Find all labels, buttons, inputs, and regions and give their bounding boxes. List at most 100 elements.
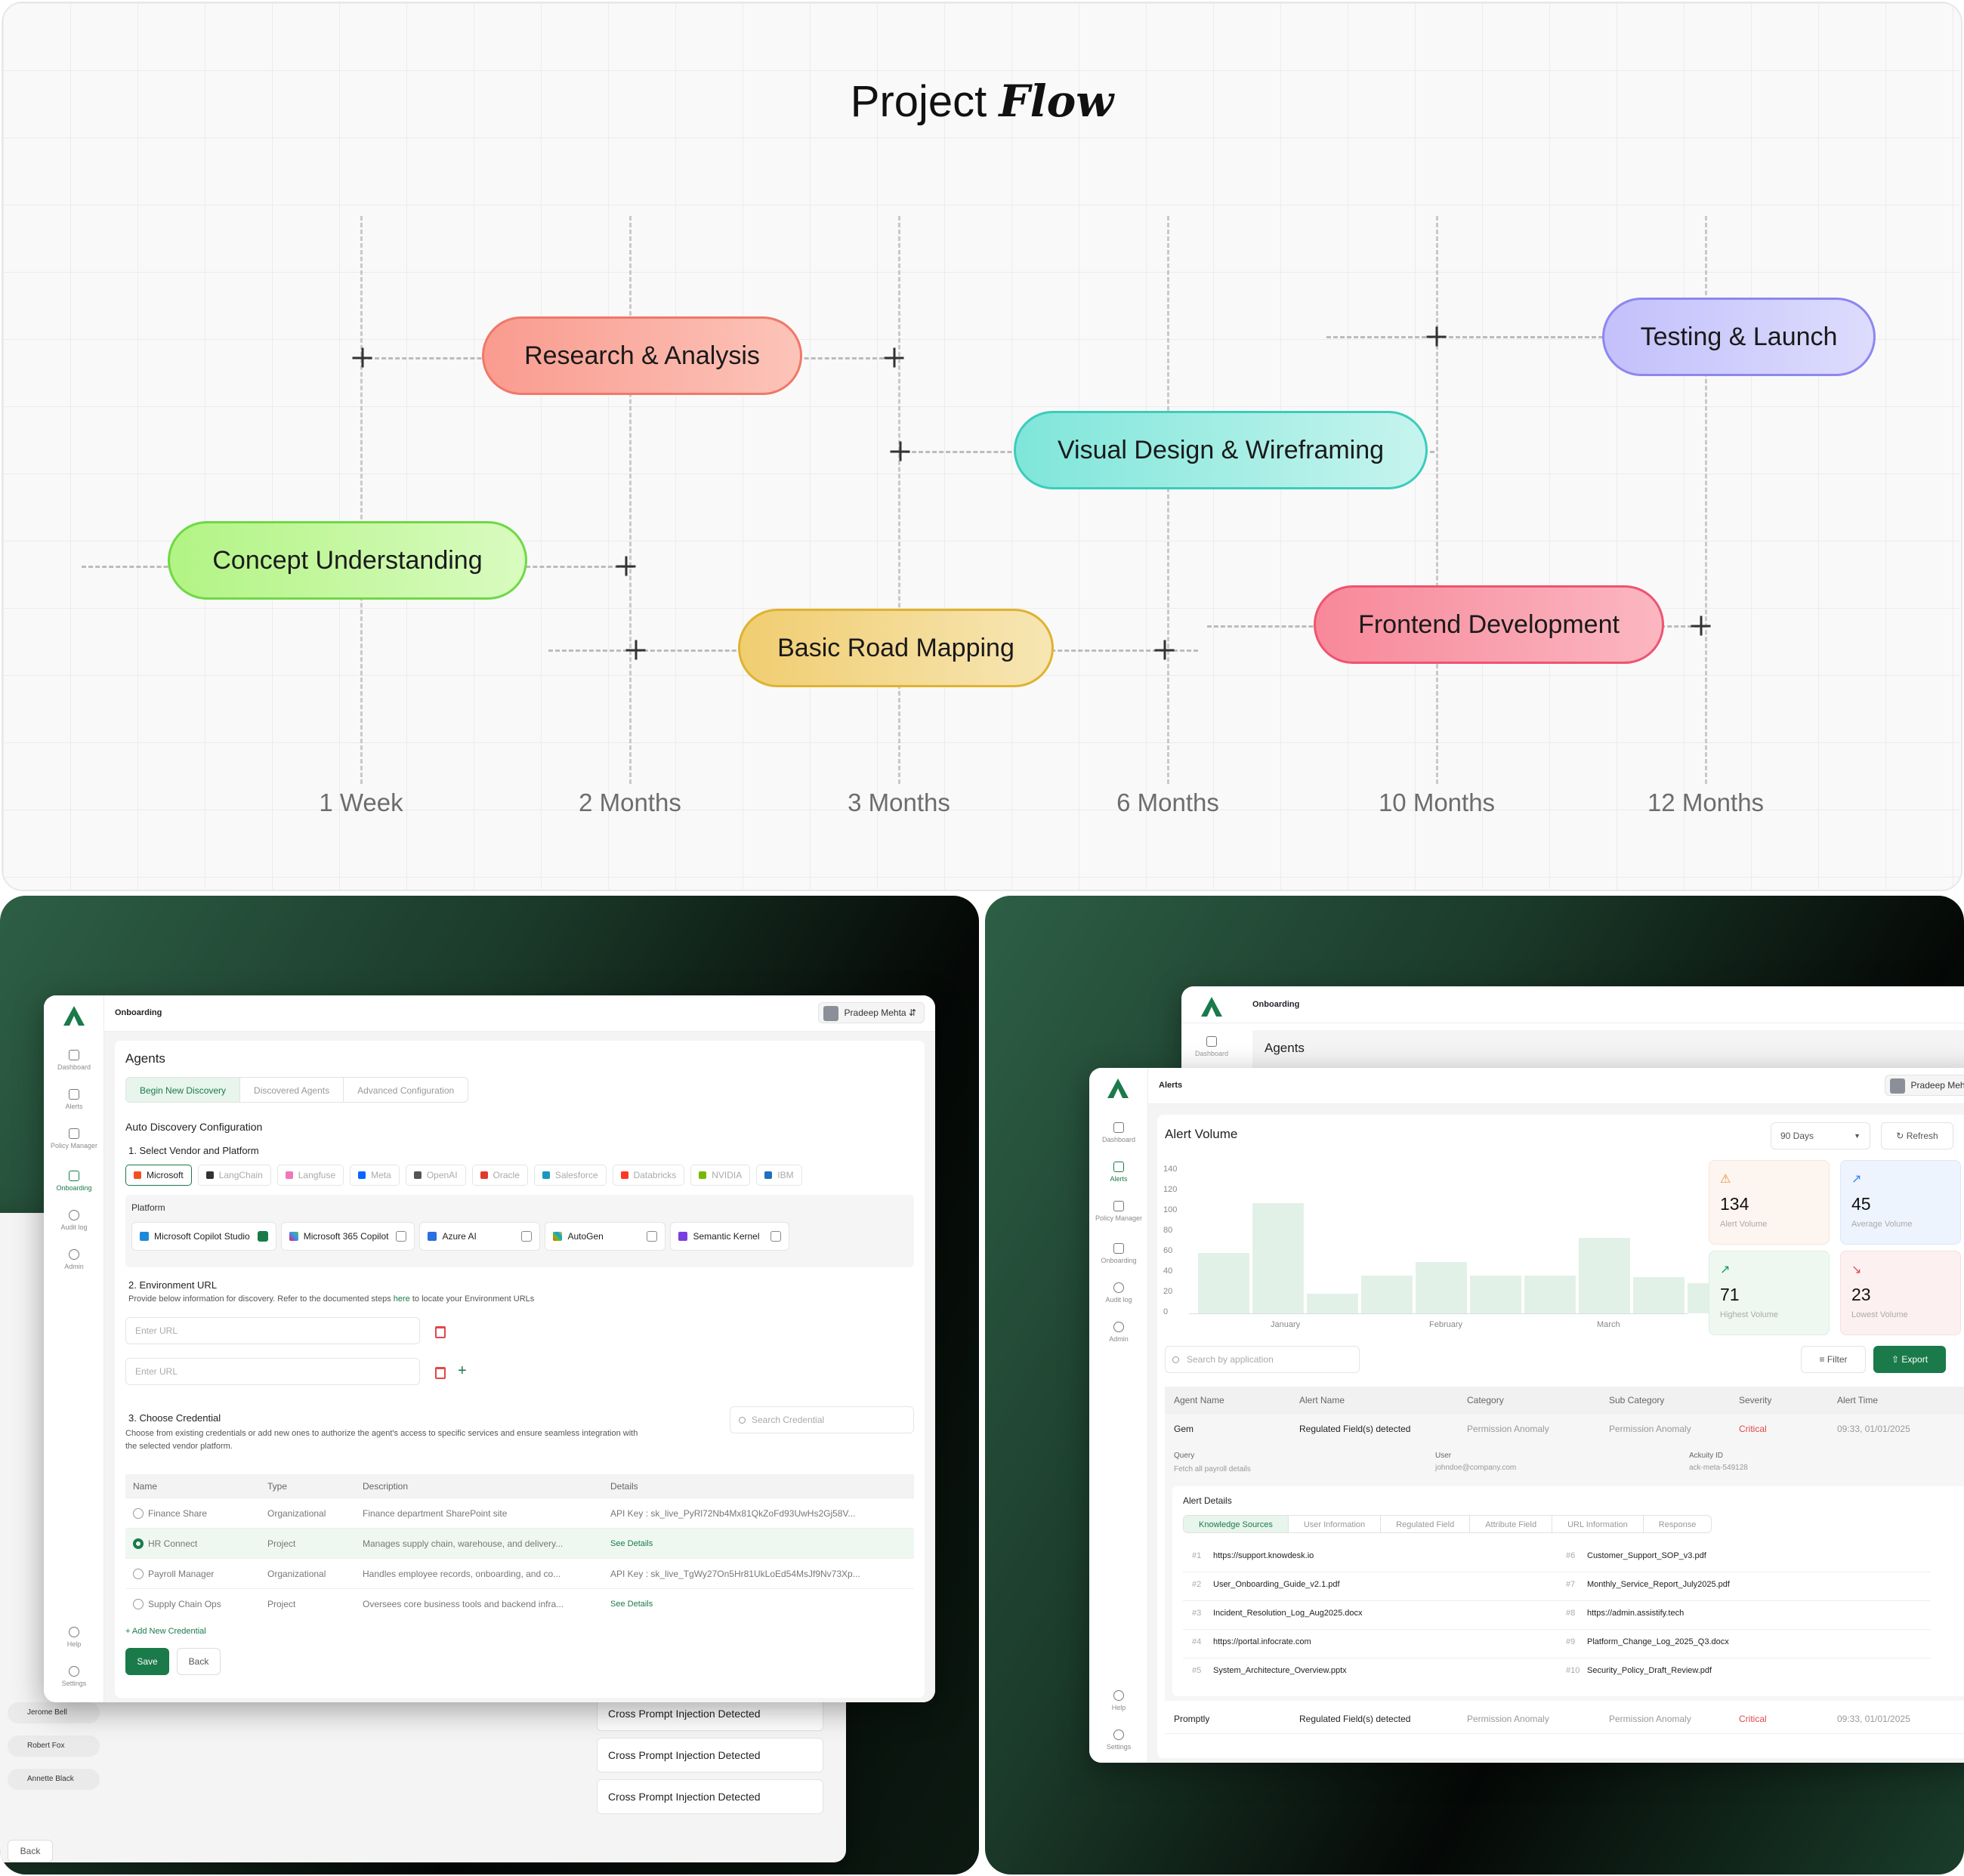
radio-button[interactable] xyxy=(133,1508,144,1519)
sidebar-item-policy-manager[interactable]: Policy Manager xyxy=(44,1128,104,1149)
checkbox[interactable] xyxy=(647,1231,658,1242)
see-details-link[interactable]: See Details xyxy=(610,1589,653,1619)
add-credential-link[interactable]: + Add New Credential xyxy=(125,1627,206,1636)
tab-begin-new-discovery[interactable]: Begin New Discovery xyxy=(126,1078,241,1102)
sidebar-item-onboarding[interactable]: Onboarding xyxy=(44,1171,104,1192)
sidebar-item-alerts[interactable]: Alerts xyxy=(44,1089,104,1110)
alert-accordion[interactable]: Cross Prompt Injection Detected xyxy=(597,1738,823,1773)
person-chip[interactable]: Annette Black xyxy=(8,1769,100,1790)
docs-link[interactable]: here xyxy=(394,1294,410,1304)
tab-regulated-field[interactable]: Regulated Field xyxy=(1381,1516,1471,1532)
sidebar-item-dashboard[interactable]: Dashboard xyxy=(44,1050,104,1071)
grid-icon xyxy=(1206,1036,1217,1047)
user-name: Pradeep Mehta xyxy=(844,1007,906,1018)
checkbox[interactable] xyxy=(521,1231,533,1242)
tab-attribute-field[interactable]: Attribute Field xyxy=(1470,1516,1553,1532)
checkbox[interactable] xyxy=(257,1231,268,1242)
tab-url-information[interactable]: URL Information xyxy=(1552,1516,1644,1532)
platform-copilot-studio[interactable]: Microsoft Copilot Studio xyxy=(131,1222,276,1251)
platform-semantic-kernel[interactable]: Semantic Kernel xyxy=(670,1222,790,1251)
task-basic-road-mapping[interactable]: Basic Road Mapping xyxy=(738,609,1054,687)
sidebar-item-audit-log[interactable]: Audit log xyxy=(44,1210,104,1231)
add-icon[interactable]: + xyxy=(458,1362,467,1380)
radio-button[interactable] xyxy=(133,1569,144,1579)
vendor-databricks[interactable]: Databricks xyxy=(612,1165,685,1186)
tab-response[interactable]: Response xyxy=(1644,1516,1712,1532)
table-row[interactable]: Payroll Manager Organizational Handles emp… xyxy=(125,1559,914,1589)
axis-label: 10 Months xyxy=(1378,788,1496,816)
table-row[interactable]: Finance Share Organizational Finance depar… xyxy=(125,1498,914,1529)
databricks-icon xyxy=(620,1171,628,1179)
sidebar-item-dashboard[interactable]: Dashboard xyxy=(1089,1122,1148,1143)
sidebar-item-alerts[interactable]: Alerts xyxy=(1089,1162,1148,1183)
platform-autogen[interactable]: AutoGen xyxy=(545,1222,666,1251)
tab-discovered-agents[interactable]: Discovered Agents xyxy=(240,1078,344,1102)
checkbox[interactable] xyxy=(770,1231,782,1242)
platform-azure-ai[interactable]: Azure AI xyxy=(419,1222,541,1251)
refresh-button[interactable]: ↻ Refresh xyxy=(1881,1122,1953,1149)
vendor-meta[interactable]: Meta xyxy=(350,1165,400,1186)
table-header: Agent Name Alert Name Category Sub Category… xyxy=(1165,1387,1964,1414)
vendor-salesforce[interactable]: Salesforce xyxy=(533,1165,607,1186)
radio-button-selected[interactable] xyxy=(133,1538,144,1549)
sidebar-item-settings[interactable]: Settings xyxy=(1089,1729,1148,1751)
task-frontend-development[interactable]: Frontend Development xyxy=(1314,585,1664,664)
sidebar-item-admin[interactable]: Admin xyxy=(1089,1322,1148,1343)
task-marker xyxy=(616,565,636,568)
task-concept-understanding[interactable]: Concept Understanding xyxy=(168,521,527,600)
m365-icon xyxy=(289,1232,298,1241)
vendor-microsoft[interactable]: Microsoft xyxy=(125,1165,192,1186)
tab-user-information[interactable]: User Information xyxy=(1289,1516,1382,1532)
sidebar-item-policy-manager[interactable]: Policy Manager xyxy=(1089,1201,1148,1222)
task-testing-launch[interactable]: Testing & Launch xyxy=(1602,298,1876,376)
vendor-langfuse[interactable]: Langfuse xyxy=(276,1165,344,1186)
chart-bar xyxy=(1470,1276,1521,1313)
radio-button[interactable] xyxy=(133,1599,144,1609)
table-row[interactable]: Supply Chain Ops Project Oversees core bus… xyxy=(125,1589,914,1619)
sidebar-item-onboarding[interactable]: Onboarding xyxy=(1089,1243,1148,1264)
vendor-langchain[interactable]: LangChain xyxy=(197,1165,271,1186)
timeline-gridline xyxy=(1436,216,1438,784)
url-input[interactable]: Enter URL xyxy=(125,1358,420,1385)
person-chip[interactable]: Jerome Bell xyxy=(8,1702,100,1723)
vendor-oracle[interactable]: Oracle xyxy=(471,1165,528,1186)
flow-title-plain: Project xyxy=(850,77,987,126)
back-button[interactable]: Back xyxy=(8,1840,53,1862)
delete-icon[interactable] xyxy=(435,1367,446,1379)
user-menu[interactable]: Pradeep Mehta ⇵ xyxy=(817,1002,925,1023)
delete-icon[interactable] xyxy=(435,1326,446,1338)
platform-365-copilot[interactable]: Microsoft 365 Copilot xyxy=(280,1222,415,1251)
task-research-analysis[interactable]: Research & Analysis xyxy=(482,316,802,395)
table-row-selected[interactable]: HR Connect Project Manages supply chain, w… xyxy=(125,1529,914,1559)
x-tick-label: January xyxy=(1271,1320,1301,1329)
range-select[interactable]: 90 Days ▼ xyxy=(1771,1122,1870,1149)
tab-advanced-configuration[interactable]: Advanced Configuration xyxy=(344,1078,468,1102)
url-input[interactable]: Enter URL xyxy=(125,1317,420,1344)
back-button[interactable]: Back xyxy=(177,1648,221,1675)
table-row-expanded[interactable]: Gem Regulated Field(s) detected Permission… xyxy=(1165,1414,1964,1444)
filter-button[interactable]: ≡ Filter xyxy=(1801,1346,1866,1373)
person-chip[interactable]: Robert Fox xyxy=(8,1736,100,1757)
user-menu[interactable]: Pradeep Mehta ⇵ xyxy=(1884,1075,1964,1096)
table-row[interactable]: Promptly Regulated Field(s) detected Permi… xyxy=(1165,1704,1964,1734)
sidebar-item-settings[interactable]: Settings xyxy=(44,1666,104,1687)
sidebar-item-help[interactable]: Help xyxy=(44,1627,104,1648)
alert-accordion[interactable]: Cross Prompt Injection Detected xyxy=(597,1779,823,1814)
vendor-nvidia[interactable]: NVIDIA xyxy=(690,1165,751,1186)
sidebar-item-admin[interactable]: Admin xyxy=(44,1249,104,1270)
sidebar-item-help[interactable]: Help xyxy=(1089,1690,1148,1711)
sidebar-item-audit-log[interactable]: Audit log xyxy=(1089,1282,1148,1304)
credential-search-input[interactable]: Search Credential xyxy=(730,1406,914,1433)
export-button[interactable]: ⇧ Export xyxy=(1873,1346,1946,1373)
help-icon xyxy=(69,1627,79,1637)
vendor-ibm[interactable]: IBM xyxy=(756,1165,802,1186)
see-details-link[interactable]: See Details xyxy=(610,1529,653,1559)
save-button[interactable]: Save xyxy=(125,1648,169,1675)
vendor-openai[interactable]: OpenAI xyxy=(405,1165,466,1186)
task-visual-design[interactable]: Visual Design & Wireframing xyxy=(1014,411,1428,489)
application-search-input[interactable]: Search by application xyxy=(1165,1346,1360,1373)
checkbox[interactable] xyxy=(396,1231,407,1242)
sidebar-item-dashboard[interactable]: Dashboard xyxy=(1181,1036,1242,1057)
tab-knowledge-sources[interactable]: Knowledge Sources xyxy=(1184,1516,1289,1532)
chart-bar xyxy=(1524,1276,1576,1313)
